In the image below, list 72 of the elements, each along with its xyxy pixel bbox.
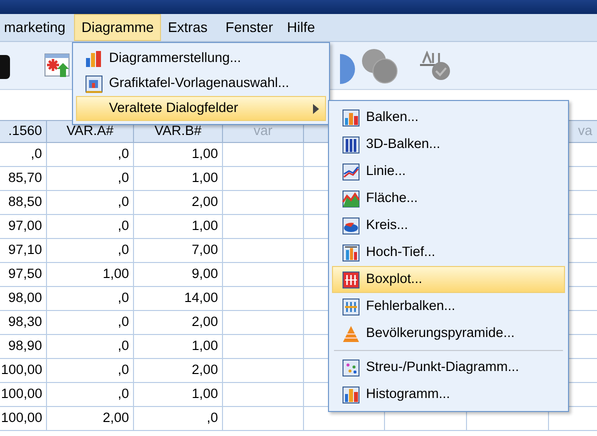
bar-chart-icon <box>85 50 103 68</box>
table-cell: ,0 <box>46 310 134 334</box>
menu-item[interactable]: Extras <box>160 14 215 41</box>
table-cell: 7,00 <box>134 238 222 262</box>
menu-item[interactable]: Boxplot... <box>332 266 565 293</box>
boxplot-icon <box>342 270 360 288</box>
table-cell: 98,30 <box>0 310 46 334</box>
histogram-icon <box>342 386 360 404</box>
toolbar-icon <box>0 52 10 78</box>
table-cell: 1,00 <box>134 334 222 358</box>
table-cell: ,0 <box>0 142 46 166</box>
table-cell: 14,00 <box>134 286 222 310</box>
bar-chart-icon <box>342 108 360 126</box>
table-cell: 2,00 <box>134 310 222 334</box>
table-cell: ,0 <box>46 286 134 310</box>
table-cell: 88,50 <box>0 190 46 214</box>
table-cell: 98,90 <box>0 334 46 358</box>
table-cell: 1,00 <box>46 262 134 286</box>
menu-item[interactable]: Bevölkerungspyramide... <box>332 320 565 347</box>
pie-chart-icon <box>342 216 360 234</box>
table-cell: 2,00 <box>46 406 134 430</box>
menu-item[interactable]: Hoch-Tief... <box>332 239 565 266</box>
table-cell: 1,00 <box>134 166 222 190</box>
chart-template-icon <box>85 74 103 92</box>
circles-icon <box>361 48 399 84</box>
menu-item[interactable]: Veraltete Dialogfelder <box>76 96 326 121</box>
table-cell: ,0 <box>46 238 134 262</box>
table-cell: ,0 <box>46 190 134 214</box>
table-cell: 2,00 <box>134 190 222 214</box>
area-chart-icon <box>342 190 360 208</box>
scatter-plot-icon <box>342 358 360 376</box>
spellcheck-icon <box>417 50 453 80</box>
table-cell: 100,00 <box>0 358 46 382</box>
table-cell: 9,00 <box>134 262 222 286</box>
bar-chart-icon <box>342 136 360 154</box>
table-cell: 97,50 <box>0 262 46 286</box>
table-cell: 85,70 <box>0 166 46 190</box>
bar-chart-icon <box>342 244 360 262</box>
table-cell: 1,00 <box>134 142 222 166</box>
table-cell: ,0 <box>46 142 134 166</box>
menu-item[interactable]: Diagramme <box>74 14 161 41</box>
table-cell: 1,00 <box>134 214 222 238</box>
menu-item[interactable]: marketing <box>0 14 72 41</box>
menu-item[interactable]: Fläche... <box>332 185 565 212</box>
menu-item[interactable]: Fehlerbalken... <box>332 293 565 320</box>
line-chart-icon <box>342 162 360 180</box>
menu-item[interactable]: Diagrammerstellung... <box>76 46 326 71</box>
menu-item[interactable]: Grafiktafel-Vorlagenauswahl... <box>76 71 326 96</box>
table-cell: 2,00 <box>134 358 222 382</box>
table-cell: 1,00 <box>134 382 222 406</box>
table-cell: 100,00 <box>0 382 46 406</box>
menu-item[interactable]: Streu-/Punkt-Diagramm... <box>332 354 565 381</box>
table-cell: ,0 <box>46 334 134 358</box>
table-cell: ,0 <box>46 214 134 238</box>
table-cell: ,0 <box>46 166 134 190</box>
table-cell: ,0 <box>46 382 134 406</box>
table-cell: 97,00 <box>0 214 46 238</box>
menu-item[interactable]: Hilfe <box>280 14 322 41</box>
error-bar-icon <box>342 298 360 316</box>
menu-item[interactable]: Fenster <box>218 14 280 41</box>
table-cell: ,0 <box>134 406 222 430</box>
menu-item[interactable]: Kreis... <box>332 212 565 239</box>
table-cell: 100,00 <box>0 406 46 430</box>
submenu-arrow-icon <box>313 104 319 114</box>
table-cell: 97,10 <box>0 238 46 262</box>
table-cell: ,0 <box>46 358 134 382</box>
menu-item[interactable]: Linie... <box>332 158 565 185</box>
pyramid-icon <box>342 324 360 342</box>
column-header: .1560 <box>0 120 46 142</box>
menu-item[interactable]: Histogramm... <box>332 381 565 408</box>
table-icon <box>44 52 72 78</box>
table-cell: 98,00 <box>0 286 46 310</box>
